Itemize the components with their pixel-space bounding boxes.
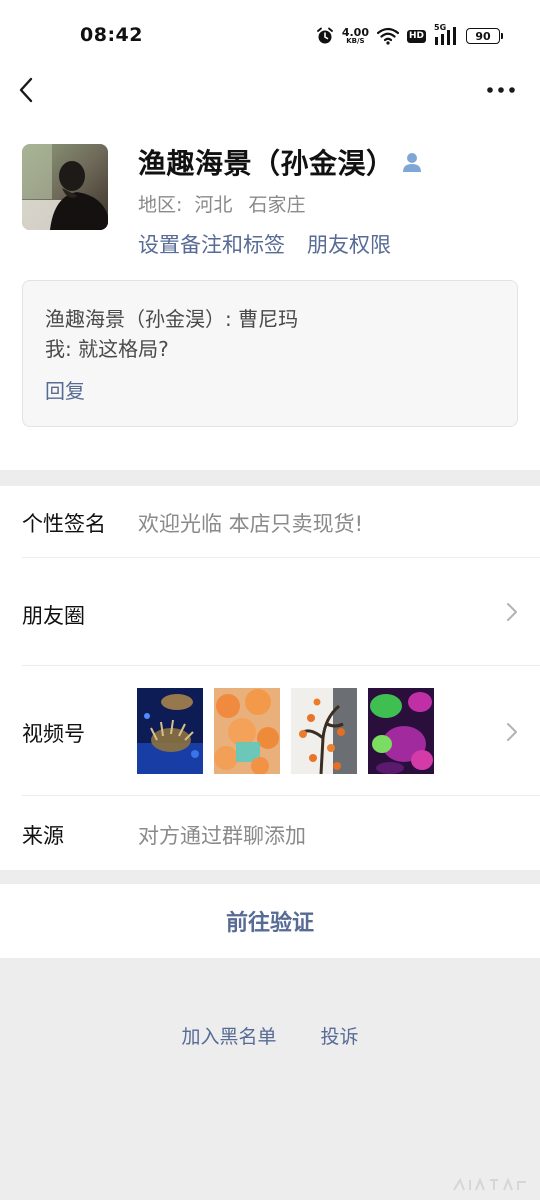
- person-icon: [402, 153, 421, 172]
- verify-button[interactable]: 前往验证: [0, 884, 540, 958]
- source-value: 对方通过群聊添加: [138, 824, 306, 848]
- profile-details: 个性签名 欢迎光临 本店只卖现货! 朋友圈 视频号 来源 对方通过群聊添加: [0, 486, 540, 870]
- message-card: 渔趣海景（孙金淏）: 曹尼玛 我: 就这格局? 回复: [22, 280, 518, 427]
- blacklist-link[interactable]: 加入黑名单: [181, 1022, 276, 1049]
- report-link[interactable]: 投诉: [321, 1022, 359, 1049]
- avatar[interactable]: [22, 144, 108, 230]
- bottom-actions: 加入黑名单 投诉: [0, 1022, 540, 1049]
- signal-icon: [435, 27, 456, 45]
- message-line-outgoing: 我: 就这格局?: [45, 337, 169, 361]
- friend-permission-link[interactable]: 朋友权限: [307, 229, 391, 259]
- region-city: 石家庄: [248, 194, 306, 216]
- chevron-right-icon: [507, 603, 517, 621]
- profile-header: 08:42 4.00 KB/S HD 5G 90 渔趣海景（孙金淏） 地区: 河…: [0, 0, 540, 470]
- signal-indicator: 5G: [434, 23, 458, 46]
- status-bar: 08:42 4.00 KB/S HD 5G 90: [0, 0, 540, 72]
- channel-thumbnail[interactable]: [214, 688, 280, 774]
- battery-level: 90: [475, 29, 491, 43]
- region-info: 地区: 河北 石家庄: [138, 190, 306, 217]
- profile-name-row: 渔趣海景（孙金淏）: [138, 142, 423, 182]
- net-speed-unit: KB/S: [346, 37, 365, 45]
- moments-row[interactable]: 朋友圈: [0, 558, 540, 666]
- reply-link[interactable]: 回复: [45, 375, 85, 404]
- avatar-photo: [22, 144, 108, 230]
- wifi-icon: [376, 27, 399, 45]
- watermark-logo: [453, 1177, 526, 1191]
- signature-label: 个性签名: [22, 512, 106, 536]
- channels-thumbnails: [137, 688, 434, 774]
- status-time: 08:42: [80, 24, 143, 46]
- moments-label: 朋友圈: [22, 604, 85, 628]
- region-label: 地区:: [138, 194, 183, 216]
- hd-badge: HD: [406, 29, 426, 43]
- more-horizontal-icon[interactable]: [486, 80, 516, 100]
- message-line-incoming: 渔趣海景（孙金淏）: 曹尼玛: [45, 307, 299, 331]
- alarm-icon: [316, 27, 333, 44]
- net-speed: 4.00 KB/S: [342, 27, 369, 45]
- battery-icon: 90: [466, 28, 503, 44]
- signature-row: 个性签名 欢迎光临 本店只卖现货!: [0, 486, 540, 558]
- profile-name: 渔趣海景（孙金淏）: [138, 147, 395, 180]
- watermark: [452, 1177, 532, 1196]
- chevron-left-icon[interactable]: [14, 74, 42, 106]
- region-province: 河北: [194, 194, 233, 216]
- profile-links: 设置备注和标签 朋友权限: [138, 229, 391, 259]
- chevron-right-icon: [507, 723, 517, 741]
- status-icons: 4.00 KB/S HD 5G 90: [316, 23, 503, 48]
- channel-thumbnail[interactable]: [137, 688, 203, 774]
- set-remark-link[interactable]: 设置备注和标签: [138, 229, 285, 259]
- signature-value: 欢迎光临 本店只卖现货!: [138, 512, 364, 536]
- channels-row[interactable]: 视频号: [0, 666, 540, 796]
- source-label: 来源: [22, 824, 64, 848]
- verify-label: 前往验证: [225, 911, 314, 936]
- source-row: 来源 对方通过群聊添加: [0, 796, 540, 870]
- channel-thumbnail[interactable]: [291, 688, 357, 774]
- channel-thumbnail[interactable]: [368, 688, 434, 774]
- channels-label: 视频号: [22, 722, 85, 746]
